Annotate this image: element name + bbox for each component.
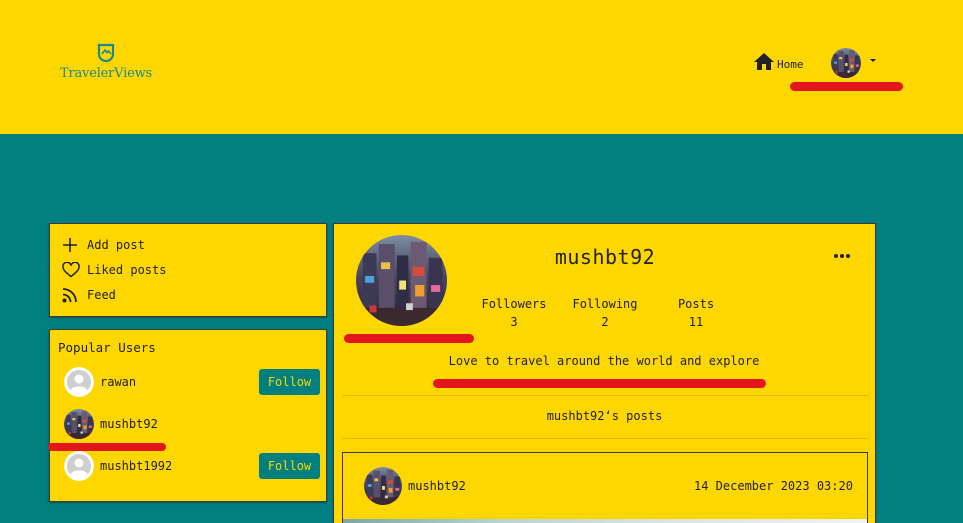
username[interactable]: mushbt1992 xyxy=(100,459,259,473)
avatar[interactable] xyxy=(64,409,94,439)
sidebar-item-label: Feed xyxy=(87,288,116,302)
chevron-down-icon[interactable] xyxy=(870,59,876,62)
avatar[interactable] xyxy=(64,451,94,481)
profile-card: mushbt92 Followers 3 Following 2 Posts 1… xyxy=(333,223,876,523)
stat-posts[interactable]: Posts 11 xyxy=(656,295,736,331)
redaction-mark xyxy=(48,443,166,451)
sidebar-item-label: Liked posts xyxy=(87,263,167,277)
profile-username: mushbt92 xyxy=(554,245,656,269)
avatar xyxy=(831,48,861,78)
divider xyxy=(342,438,868,439)
popular-users-title: Popular Users xyxy=(58,340,156,355)
avatar xyxy=(356,235,447,326)
sidebar-item-feed[interactable]: Feed xyxy=(62,287,116,303)
list-item: rawan Follow xyxy=(64,367,320,397)
stat-value: 2 xyxy=(601,315,609,329)
home-icon xyxy=(754,53,774,70)
stat-label: Followers xyxy=(481,297,547,311)
redaction-mark xyxy=(790,82,903,91)
brand-logo[interactable]: TravelerViews xyxy=(60,42,152,81)
nav-home-link[interactable]: Home xyxy=(753,52,804,71)
stat-label: Following xyxy=(572,297,638,311)
list-item: mushbt1992 Follow xyxy=(64,451,320,481)
avatar[interactable] xyxy=(364,467,402,505)
redaction-mark xyxy=(433,379,766,388)
post-username[interactable]: mushbt92 xyxy=(408,479,466,493)
avatar[interactable] xyxy=(64,367,94,397)
posts-heading: mushbt92‘s posts xyxy=(546,409,663,423)
username[interactable]: mushbt92 xyxy=(100,417,320,431)
popular-users-card: Popular Users rawan Follow mushbt92 mush… xyxy=(49,329,327,502)
divider xyxy=(342,395,868,396)
profile-avatar xyxy=(356,235,447,326)
post-date: 14 December 2023 03:20 xyxy=(694,479,853,493)
photo-avatar-icon xyxy=(364,467,402,505)
photo-avatar-icon xyxy=(64,409,94,439)
plus-icon xyxy=(63,238,77,252)
profile-bio: Love to travel around the world and expl… xyxy=(448,354,760,368)
brand-name: TravelerViews xyxy=(60,66,152,81)
nav-home-label: Home xyxy=(777,58,804,71)
follow-button[interactable]: Follow xyxy=(259,369,320,395)
sidebar-item-add-post[interactable]: Add post xyxy=(62,237,145,253)
mountain-logo-icon xyxy=(97,43,115,63)
stat-following[interactable]: Following 2 xyxy=(565,295,645,331)
stat-value: 11 xyxy=(688,315,704,329)
stat-value: 3 xyxy=(510,315,518,329)
username[interactable]: rawan xyxy=(100,375,259,389)
stat-followers[interactable]: Followers 3 xyxy=(474,295,554,331)
default-avatar-icon xyxy=(64,367,94,397)
sidebar-menu-card: Add post Liked posts Feed xyxy=(49,223,327,317)
post-card[interactable]: mushbt92 14 December 2023 03:20 xyxy=(342,452,868,523)
more-options-icon[interactable] xyxy=(834,254,854,260)
heart-icon xyxy=(62,262,80,278)
top-header: TravelerViews Home xyxy=(0,0,963,134)
list-item: mushbt92 xyxy=(64,409,320,439)
redaction-mark xyxy=(344,334,474,343)
user-menu-avatar[interactable] xyxy=(831,48,861,78)
sidebar-item-liked-posts[interactable]: Liked posts xyxy=(62,262,166,278)
default-avatar-icon xyxy=(64,451,94,481)
sidebar-item-label: Add post xyxy=(87,238,145,252)
follow-button[interactable]: Follow xyxy=(259,453,320,479)
rss-icon xyxy=(62,288,77,303)
post-image[interactable] xyxy=(343,519,867,523)
stat-label: Posts xyxy=(677,297,715,311)
